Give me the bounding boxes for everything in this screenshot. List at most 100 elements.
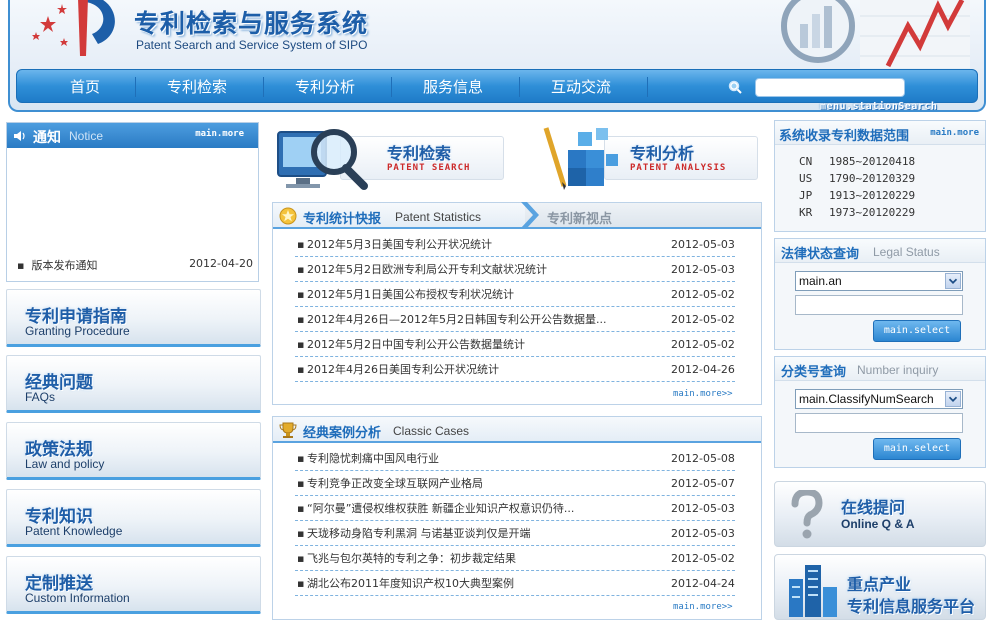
row-date: 2012-05-07 [671, 477, 735, 490]
country-code: KR [799, 206, 813, 219]
patent-search-feature[interactable]: 专利检索 PATENT SEARCH [272, 120, 512, 190]
tab-new-perspective[interactable]: 专利新视点 [521, 202, 761, 228]
chevron-down-icon[interactable] [945, 273, 961, 289]
statistics-row[interactable]: ▪ 2012年5月1日美国公布授权专利状况统计 2012-05-02 [295, 282, 735, 307]
cases-more-link[interactable]: main.more>> [673, 602, 733, 612]
coverage-row: CN 1985~20120418 [799, 155, 915, 168]
trophy-icon [279, 422, 297, 438]
buildings-icon [789, 565, 837, 617]
case-row[interactable]: ▪ 飞兆与包尔英特的专利之争：初步裁定结果 2012-05-02 [295, 546, 735, 571]
case-row[interactable]: ▪ 天珑移动身陷专利黑洞 与诺基亚谈判仅是开端 2012-05-03 [295, 521, 735, 546]
notice-panel: 通知 Notice main.more ▪ 版本发布通知 2012-04-20 [6, 122, 259, 282]
case-row[interactable]: ▪ 湖北公布2011年度知识产权10大典型案例 2012-04-24 [295, 571, 735, 596]
country-code: JP [799, 189, 813, 202]
patent-statistics-panel: 专利统计快报 Patent Statistics 专利新视点 ▪ 2012年5月3… [272, 202, 762, 405]
magnifier-chart-icon [781, 0, 970, 68]
tab-label: 专利新视点 [547, 212, 613, 227]
site-search-input[interactable] [755, 78, 905, 97]
row-title: 2012年5月1日美国公布授权专利状况统计 [307, 288, 514, 301]
row-title: 2012年5月2日中国专利公开公告数据量统计 [307, 338, 525, 351]
classify-header: 分类号查询 Number inquiry [775, 357, 985, 381]
legal-status-input[interactable] [795, 295, 963, 315]
left-button-label-en: Custom Information [25, 591, 130, 605]
statistics-header: 专利统计快报 Patent Statistics 专利新视点 [273, 202, 761, 229]
row-bullet: ▪ [297, 338, 305, 351]
row-date: 2012-05-03 [671, 238, 735, 251]
nav-divider [263, 77, 264, 97]
legal-status-panel: 法律状态查询 Legal Status main.an main.select [774, 238, 986, 350]
custom-information-button[interactable]: 定制推送 Custom Information [6, 556, 261, 614]
date-range: 1790~20120329 [829, 172, 916, 185]
data-coverage-panel: 系统收录专利数据范围 main.more CN 1985~20120418 US 1… [774, 120, 986, 232]
row-date: 2012-04-26 [671, 363, 735, 376]
row-title: 专利竞争正改变全球互联网产业格局 [307, 477, 483, 490]
nav-interaction[interactable]: 互动交流 [525, 70, 637, 104]
cases-header: 经典案例分析 Classic Cases [273, 417, 761, 443]
legal-status-select-button[interactable]: main.select [873, 320, 961, 342]
statistics-title: 专利统计快报 [303, 212, 382, 227]
notice-item-title: 版本发布通知 [31, 259, 98, 272]
coverage-title: 系统收录专利数据范围 [779, 129, 910, 144]
chevron-down-icon[interactable] [945, 391, 961, 407]
statistics-row[interactable]: ▪ 2012年4月26日—2012年5月2日韩国专利公开公告数据量... 2012-… [295, 307, 735, 332]
star-badge-icon [279, 207, 297, 225]
coverage-header: 系统收录专利数据范围 main.more [775, 121, 985, 145]
patent-knowledge-button[interactable]: 专利知识 Patent Knowledge [6, 489, 261, 547]
classify-select[interactable]: main.ClassifyNumSearch [795, 389, 963, 409]
classify-select-value: main.ClassifyNumSearch [799, 392, 934, 406]
row-bullet: ▪ [297, 502, 305, 515]
legal-status-header: 法律状态查询 Legal Status [775, 239, 985, 263]
notice-more-link[interactable]: main.more [195, 129, 244, 139]
question-mark-icon [791, 490, 823, 539]
coverage-more-link[interactable]: main.more [930, 128, 979, 138]
row-title: 2012年5月3日美国专利公开状况统计 [307, 238, 492, 251]
feature-title: 专利分析 [630, 144, 695, 163]
row-bullet: ▪ [297, 552, 305, 565]
statistics-row[interactable]: ▪ 2012年5月2日欧洲专利局公开专利文献状况统计 2012-05-03 [295, 257, 735, 282]
date-range: 1913~20120229 [829, 189, 916, 202]
promo-subtitle: Online Q & A [841, 517, 915, 531]
date-range: 1985~20120418 [829, 155, 916, 168]
case-row[interactable]: ▪ “阿尔曼”遭侵权维权获胜 新疆企业知识产权意识仍待... 2012-05-03 [295, 496, 735, 521]
online-qa-button[interactable]: 在线提问 Online Q & A [774, 481, 986, 547]
notice-item-date: 2012-04-20 [189, 257, 253, 270]
row-bullet: ▪ [297, 577, 305, 590]
cases-title-en: Classic Cases [393, 424, 470, 438]
statistics-row[interactable]: ▪ 2012年4月26日美国专利公开状况统计 2012-04-26 [295, 357, 735, 382]
legal-status-select[interactable]: main.an [795, 271, 963, 291]
statistics-row[interactable]: ▪ 2012年5月2日中国专利公开公告数据量统计 2012-05-02 [295, 332, 735, 357]
nav-patent-search[interactable]: 专利检索 [141, 70, 253, 104]
left-button-label-en: Law and policy [25, 457, 105, 471]
row-bullet: ▪ [297, 363, 305, 376]
feature-title: 专利检索 [387, 144, 452, 163]
classify-select-button[interactable]: main.select [873, 438, 961, 460]
row-date: 2012-05-08 [671, 452, 735, 465]
notice-header: 通知 Notice main.more [7, 123, 258, 148]
feature-subtitle: PATENT SEARCH [387, 163, 471, 173]
row-date: 2012-05-03 [671, 263, 735, 276]
patent-analysis-feature[interactable]: 专利分析 PATENT ANALYSIS [514, 120, 760, 190]
search-icon[interactable] [728, 80, 742, 94]
law-policy-button[interactable]: 政策法规 Law and policy [6, 422, 261, 480]
granting-procedure-button[interactable]: 专利申请指南 Granting Procedure [6, 289, 261, 347]
row-bullet: ▪ [297, 452, 305, 465]
coverage-row: KR 1973~20120229 [799, 206, 915, 219]
faqs-button[interactable]: 经典问题 FAQs [6, 355, 261, 413]
statistics-more-link[interactable]: main.more>> [673, 389, 733, 399]
notice-item[interactable]: ▪ 版本发布通知 2012-04-20 [17, 257, 253, 273]
case-row[interactable]: ▪ 专利竞争正改变全球互联网产业格局 2012-05-07 [295, 471, 735, 496]
nav-home[interactable]: 首页 [37, 70, 133, 104]
classify-input[interactable] [795, 413, 963, 433]
country-code: CN [799, 155, 813, 168]
key-industry-platform-button[interactable]: 重点产业 专利信息服务平台 [774, 554, 986, 620]
nav-divider [519, 77, 520, 97]
case-row[interactable]: ▪ 专利隐忧刺痛中国风电行业 2012-05-08 [295, 446, 735, 471]
row-title: “阿尔曼”遭侵权维权获胜 新疆企业知识产权意识仍待... [307, 502, 575, 515]
nav-service-info[interactable]: 服务信息 [397, 70, 509, 104]
country-code: US [799, 172, 813, 185]
classic-cases-panel: 经典案例分析 Classic Cases ▪ 专利隐忧刺痛中国风电行业 2012-0… [272, 416, 762, 620]
row-title: 飞兆与包尔英特的专利之争：初步裁定结果 [307, 552, 516, 565]
nav-patent-analysis[interactable]: 专利分析 [269, 70, 381, 104]
statistics-row[interactable]: ▪ 2012年5月3日美国专利公开状况统计 2012-05-03 [295, 232, 735, 257]
row-bullet: ▪ [297, 477, 305, 490]
